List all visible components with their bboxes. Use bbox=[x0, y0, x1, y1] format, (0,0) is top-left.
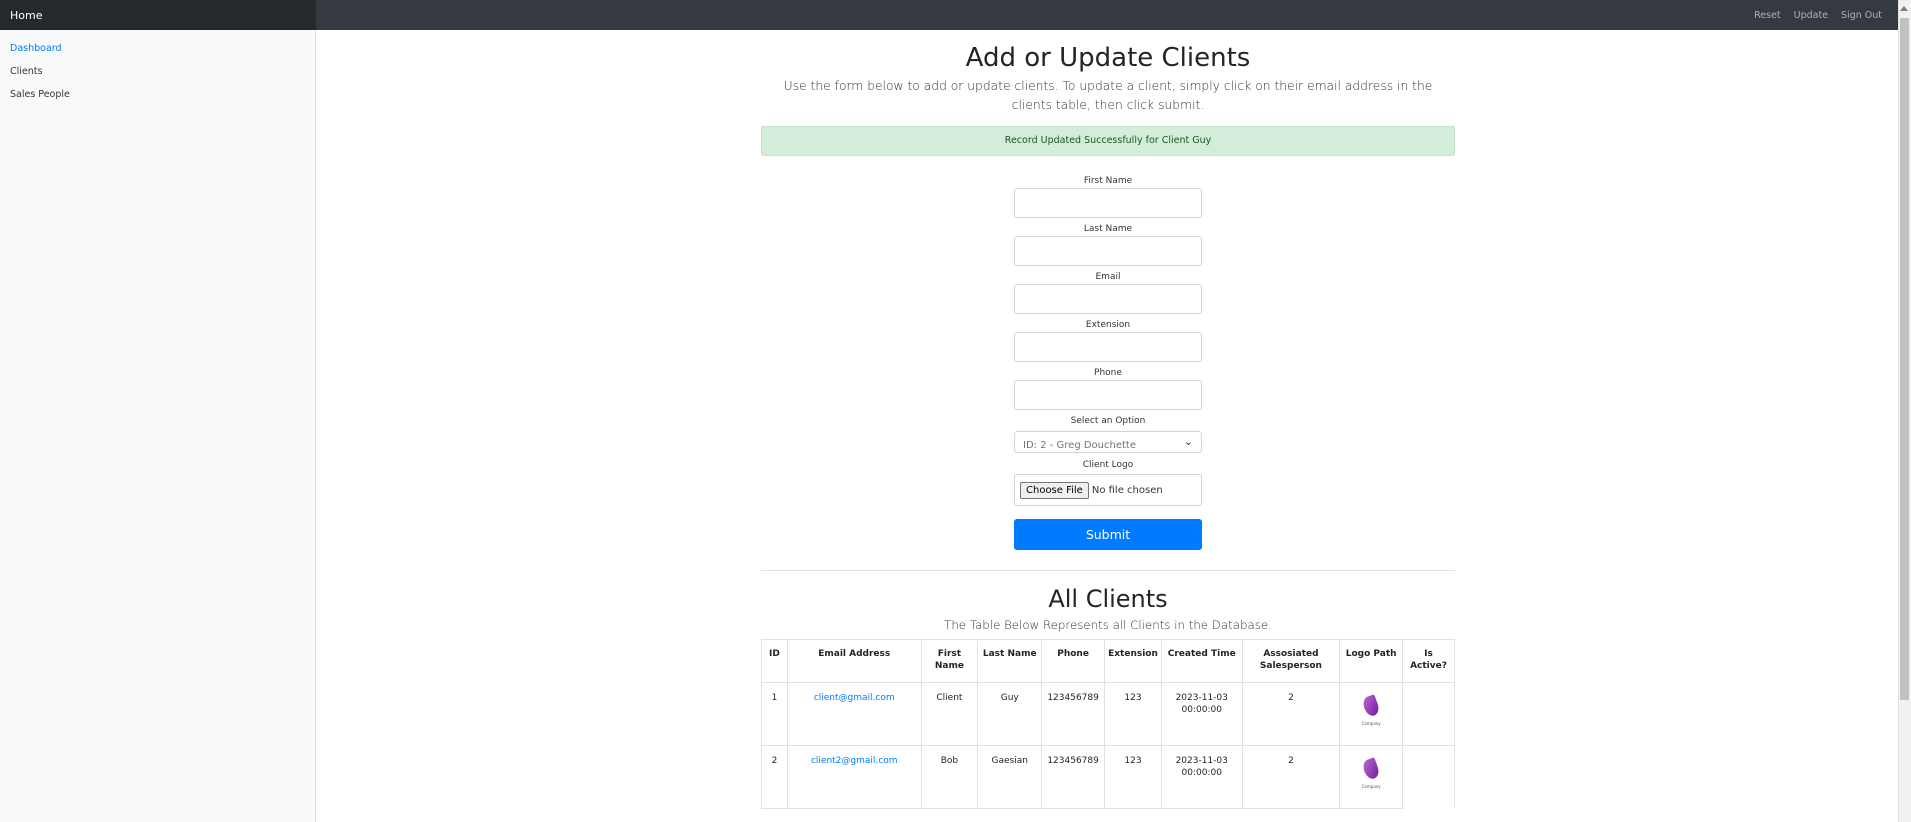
cell-logo: Company bbox=[1339, 745, 1404, 809]
table-header-row: ID Email Address First Name Last Name Ph… bbox=[761, 639, 1455, 683]
email-field[interactable] bbox=[1014, 284, 1202, 314]
salesperson-select-value: ID: 2 - Greg Douchette bbox=[1023, 440, 1136, 451]
page-title: Add or Update Clients bbox=[965, 43, 1251, 73]
cell-id: 2 bbox=[761, 745, 788, 809]
cell-last-name: Guy bbox=[977, 682, 1043, 746]
table-row: 2 client2@gmail.com Bob Gaesian 12345678… bbox=[761, 745, 1455, 809]
client-email-link[interactable]: client@gmail.com bbox=[814, 693, 895, 703]
first-name-field[interactable] bbox=[1014, 188, 1202, 218]
client-form: First Name Last Name Email Extension Pho… bbox=[1014, 176, 1202, 550]
cell-phone: 123456789 bbox=[1041, 682, 1106, 746]
salesperson-select[interactable]: ID: 2 - Greg Douchette ⌄ bbox=[1014, 431, 1202, 453]
cell-logo: Company bbox=[1339, 682, 1404, 746]
choose-file-button[interactable]: Choose File bbox=[1020, 481, 1089, 499]
cell-last-name: Gaesian bbox=[977, 745, 1043, 809]
update-link[interactable]: Update bbox=[1794, 10, 1828, 21]
cell-is-active bbox=[1402, 682, 1455, 746]
first-name-label: First Name bbox=[1083, 176, 1133, 186]
sidebar-item-dashboard[interactable]: Dashboard bbox=[0, 37, 315, 60]
main-content: Add or Update Clients Use the form below… bbox=[761, 30, 1455, 809]
sidebar: Dashboard Clients Sales People bbox=[0, 30, 316, 822]
extension-field[interactable] bbox=[1014, 332, 1202, 362]
sidebar-item-clients[interactable]: Clients bbox=[0, 60, 315, 83]
last-name-label: Last Name bbox=[1083, 224, 1133, 234]
sidebar-item-sales-people[interactable]: Sales People bbox=[0, 83, 315, 106]
brand-home-link[interactable]: Home bbox=[0, 0, 316, 30]
client-email-link[interactable]: client2@gmail.com bbox=[811, 756, 898, 766]
scroll-up-arrow-icon[interactable] bbox=[1900, 6, 1908, 11]
column-header-phone: Phone bbox=[1041, 639, 1106, 683]
cell-salesperson: 2 bbox=[1241, 745, 1341, 809]
clients-section-title: All Clients bbox=[1048, 585, 1168, 613]
clients-section-description: The Table Below Represents all Clients i… bbox=[944, 618, 1272, 632]
cell-created-time: 2023-11-03 00:00:00 bbox=[1160, 745, 1243, 809]
section-divider bbox=[761, 570, 1455, 571]
top-navbar: Home Reset Update Sign Out bbox=[0, 0, 1898, 30]
column-header-first-name: First Name bbox=[920, 639, 979, 683]
phone-field[interactable] bbox=[1014, 380, 1202, 410]
success-alert: Record Updated Successfully for Client G… bbox=[761, 126, 1455, 156]
cell-extension: 123 bbox=[1104, 682, 1162, 746]
client-logo-file-input[interactable]: Choose File No file chosen bbox=[1014, 474, 1202, 506]
page-description: Use the form below to add or update clie… bbox=[783, 79, 1433, 112]
salesperson-select-label: Select an Option bbox=[1070, 416, 1146, 426]
table-row: 1 client@gmail.com Client Guy 123456789 … bbox=[761, 682, 1455, 746]
column-header-email: Email Address bbox=[786, 639, 922, 683]
client-logo-label: Client Logo bbox=[1082, 460, 1134, 470]
cell-extension: 123 bbox=[1104, 745, 1162, 809]
column-header-is-active: Is Active? bbox=[1402, 639, 1455, 683]
file-status-text: No file chosen bbox=[1091, 484, 1163, 496]
client-logo-image: Company bbox=[1358, 694, 1384, 736]
column-header-created-time: Created Time bbox=[1160, 639, 1243, 683]
chevron-down-icon: ⌄ bbox=[1183, 435, 1193, 448]
page-scrollbar[interactable] bbox=[1898, 0, 1911, 822]
column-header-extension: Extension bbox=[1104, 639, 1162, 683]
column-header-last-name: Last Name bbox=[977, 639, 1043, 683]
column-header-id: ID bbox=[761, 639, 788, 683]
scrollbar-thumb[interactable] bbox=[1900, 18, 1909, 700]
cell-phone: 123456789 bbox=[1041, 745, 1106, 809]
column-header-salesperson: Assosiated Salesperson bbox=[1241, 639, 1341, 683]
cell-is-active bbox=[1402, 745, 1455, 809]
cell-salesperson: 2 bbox=[1241, 682, 1341, 746]
submit-button[interactable]: Submit bbox=[1014, 519, 1202, 550]
last-name-field[interactable] bbox=[1014, 236, 1202, 266]
phone-label: Phone bbox=[1094, 368, 1122, 378]
clients-table: ID Email Address First Name Last Name Ph… bbox=[761, 639, 1455, 809]
sign-out-link[interactable]: Sign Out bbox=[1841, 10, 1882, 21]
column-header-logo-path: Logo Path bbox=[1339, 639, 1404, 683]
cell-first-name: Bob bbox=[920, 745, 979, 809]
reset-link[interactable]: Reset bbox=[1754, 10, 1781, 21]
extension-label: Extension bbox=[1085, 320, 1131, 330]
cell-created-time: 2023-11-03 00:00:00 bbox=[1160, 682, 1243, 746]
cell-first-name: Client bbox=[920, 682, 979, 746]
top-nav-links: Reset Update Sign Out bbox=[1754, 0, 1882, 30]
client-logo-image: Company bbox=[1358, 757, 1384, 799]
email-label: Email bbox=[1095, 272, 1121, 282]
cell-id: 1 bbox=[761, 682, 788, 746]
